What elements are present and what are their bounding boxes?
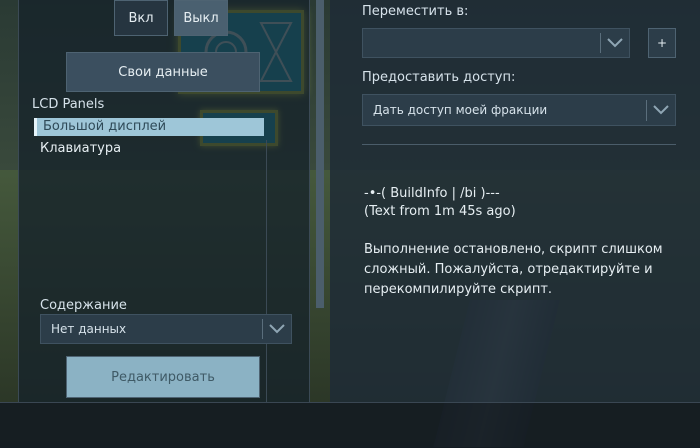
chevron-down-icon [647, 105, 675, 115]
toggle-on-button[interactable]: Вкл [114, 0, 168, 36]
toggle-off-button[interactable]: Выкл [174, 0, 228, 36]
content-select-value: Нет данных [51, 322, 127, 336]
content-select[interactable]: Нет данных [40, 314, 292, 344]
list-item-big-display[interactable]: Большой дисплей [34, 118, 264, 136]
add-button[interactable]: + [648, 28, 676, 58]
content-label: Содержание [40, 298, 127, 313]
buildinfo-title: -•-( BuildInfo | /bi )--- [364, 186, 500, 201]
list-item-keyboard[interactable]: Клавиатура [40, 141, 121, 156]
buildinfo-timestamp: (Text from 1m 45s ago) [364, 204, 516, 219]
share-access-label: Предоставить доступ: [362, 70, 516, 85]
scrollbar[interactable] [316, 0, 324, 308]
lcd-panels-heading: LCD Panels [32, 97, 105, 112]
edit-button[interactable]: Редактировать [66, 356, 260, 398]
list-divider [266, 140, 267, 402]
chevron-down-icon [601, 38, 629, 48]
share-access-select-value: Дать доступ моей фракции [373, 103, 548, 117]
move-to-select[interactable] [362, 28, 630, 58]
custom-data-button[interactable]: Свои данные [66, 52, 260, 92]
chevron-down-icon [263, 324, 291, 334]
share-access-select[interactable]: Дать доступ моей фракции [362, 94, 676, 126]
bottom-bar [0, 402, 700, 448]
section-divider [362, 144, 676, 145]
buildinfo-message: Выполнение остановлено, скрипт слишком с… [364, 242, 663, 297]
move-to-label: Переместить в: [362, 4, 469, 19]
